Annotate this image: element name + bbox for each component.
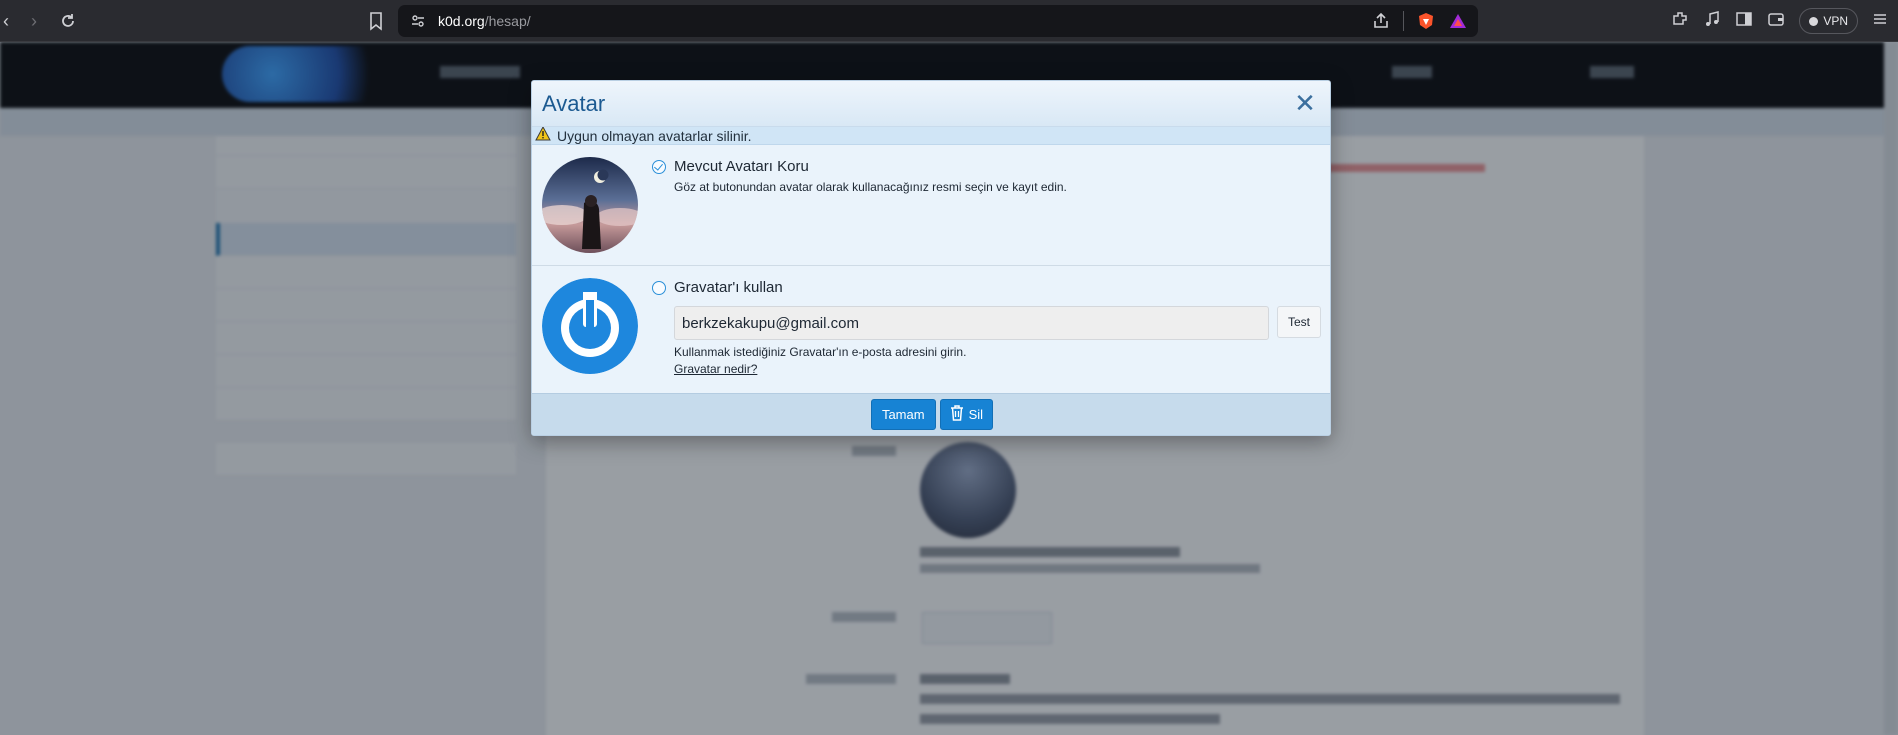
sidebar-icon[interactable] [1735, 10, 1753, 33]
brave-rewards-icon[interactable] [1448, 11, 1468, 36]
gravatar-email-input[interactable] [674, 306, 1269, 340]
reload-icon[interactable] [56, 9, 80, 33]
share-icon[interactable] [1371, 11, 1391, 36]
gravatar-help-text: Kullanmak istediğiniz Gravatar'ın e-post… [674, 345, 967, 359]
avatar-dialog: Avatar ✕ Uygun olmayan avatarlar silinir… [531, 80, 1331, 436]
url-domain: k0d.org [438, 13, 485, 29]
keep-avatar-title[interactable]: Mevcut Avatarı Koru [674, 158, 809, 175]
trash-icon [950, 405, 964, 424]
url-text[interactable]: k0d.org/hesap/ [438, 13, 531, 29]
browser-toolbar: ‹ › k0d.org/hesap/ VPN [0, 0, 1898, 42]
close-icon[interactable]: ✕ [1292, 89, 1318, 117]
vpn-status-icon [1809, 16, 1819, 26]
warning-icon [535, 125, 551, 146]
test-button[interactable]: Test [1277, 306, 1321, 338]
media-icon[interactable] [1703, 10, 1721, 33]
delete-button[interactable]: Sil [939, 399, 994, 430]
extensions-icon[interactable] [1671, 10, 1689, 33]
forward-icon[interactable]: › [22, 9, 46, 33]
ok-button[interactable]: Tamam [870, 399, 936, 430]
address-bar[interactable]: k0d.org/hesap/ [370, 5, 1478, 37]
wallet-icon[interactable] [1767, 10, 1785, 33]
site-info-icon[interactable] [410, 13, 426, 34]
url-path: /hesap/ [484, 13, 531, 29]
gravatar-title[interactable]: Gravatar'ı kullan [674, 279, 783, 296]
bookmark-icon[interactable] [364, 9, 388, 33]
warning-text: Uygun olmayan avatarlar silinir. [557, 127, 752, 144]
brave-shields-icon[interactable] [1416, 11, 1436, 36]
keep-avatar-description: Göz at butonundan avatar olarak kullanac… [674, 180, 1067, 194]
vpn-label: VPN [1823, 14, 1848, 28]
dialog-footer: Tamam Sil [532, 393, 1330, 435]
current-avatar-image [542, 157, 638, 253]
menu-icon[interactable] [1872, 11, 1888, 32]
delete-button-label: Sil [968, 407, 984, 422]
vpn-button[interactable]: VPN [1799, 8, 1858, 34]
option-gravatar: Gravatar'ı kullan Test Kullanmak istediğ… [532, 266, 1330, 390]
warning-bar: Uygun olmayan avatarlar silinir. [532, 125, 1330, 146]
dialog-title: Avatar [542, 91, 606, 116]
ok-button-label: Tamam [881, 407, 925, 422]
gravatar-radio[interactable] [652, 281, 666, 295]
option-keep-avatar: Mevcut Avatarı Koru Göz at butonundan av… [532, 145, 1330, 266]
back-icon[interactable]: ‹ [0, 9, 18, 33]
keep-avatar-radio[interactable] [652, 160, 666, 174]
dialog-header: Avatar ✕ [532, 81, 1330, 127]
gravatar-info-link[interactable]: Gravatar nedir? [674, 362, 757, 376]
gravatar-logo-icon [542, 278, 638, 374]
